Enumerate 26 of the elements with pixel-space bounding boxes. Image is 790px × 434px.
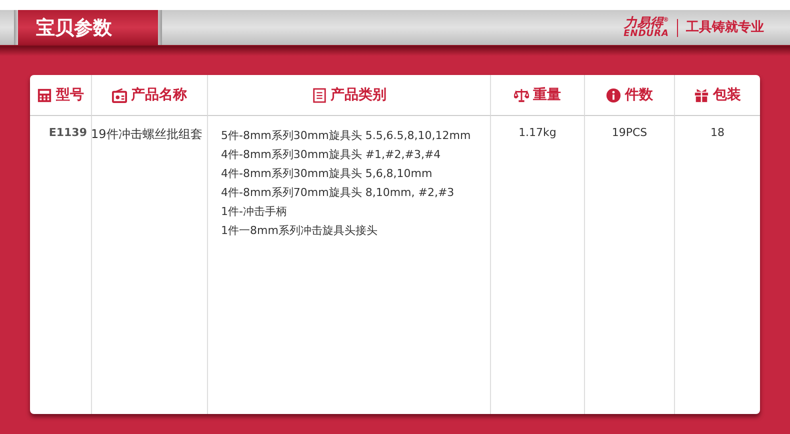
table-cell-text: 4件-8mm系列30mm旋具头 5,6,8,10mm bbox=[221, 166, 432, 182]
column-header: 型号 bbox=[30, 75, 92, 116]
calculator-icon bbox=[37, 88, 52, 102]
section-title: 宝贝参数 bbox=[18, 10, 158, 45]
table-cell-text: 1件-冲击手柄 bbox=[221, 204, 287, 220]
table-cell: 19件冲击螺丝批组套 bbox=[91, 126, 202, 143]
scale-icon bbox=[514, 88, 529, 102]
document-icon bbox=[312, 88, 326, 102]
gift-icon bbox=[694, 88, 709, 102]
table-cell: E1139 bbox=[48, 126, 87, 139]
slogan: 工具铸就专业 bbox=[677, 18, 764, 36]
column-header: 包装 bbox=[675, 75, 760, 116]
table-cell: 18 bbox=[710, 126, 724, 139]
table-cell-text: 5件-8mm系列30mm旋具头 5.5,6.5,8,10,12mm bbox=[221, 128, 471, 144]
column-header: 重量 bbox=[491, 75, 585, 116]
table-cell-text: 1件一8mm系列冲击旋具头接头 bbox=[221, 223, 378, 239]
brand-logo: 力易得$^{®}$ ENDURA bbox=[624, 16, 669, 38]
radio-icon bbox=[112, 88, 127, 102]
table-cell-text: 4件-8mm系列70mm旋具头 8,10mm, #2,#3 bbox=[221, 185, 454, 201]
column-header: 产品名称 bbox=[92, 75, 208, 116]
table-cell: 19PCS bbox=[612, 126, 648, 139]
table-cell: 1.17kg bbox=[518, 126, 556, 139]
info-icon bbox=[606, 88, 621, 102]
column-header: 产品类别 bbox=[208, 75, 491, 116]
column-header: 件数 bbox=[585, 75, 675, 116]
table-cell-text: 4件-8mm系列30mm旋具头 #1,#2,#3,#4 bbox=[221, 147, 441, 163]
